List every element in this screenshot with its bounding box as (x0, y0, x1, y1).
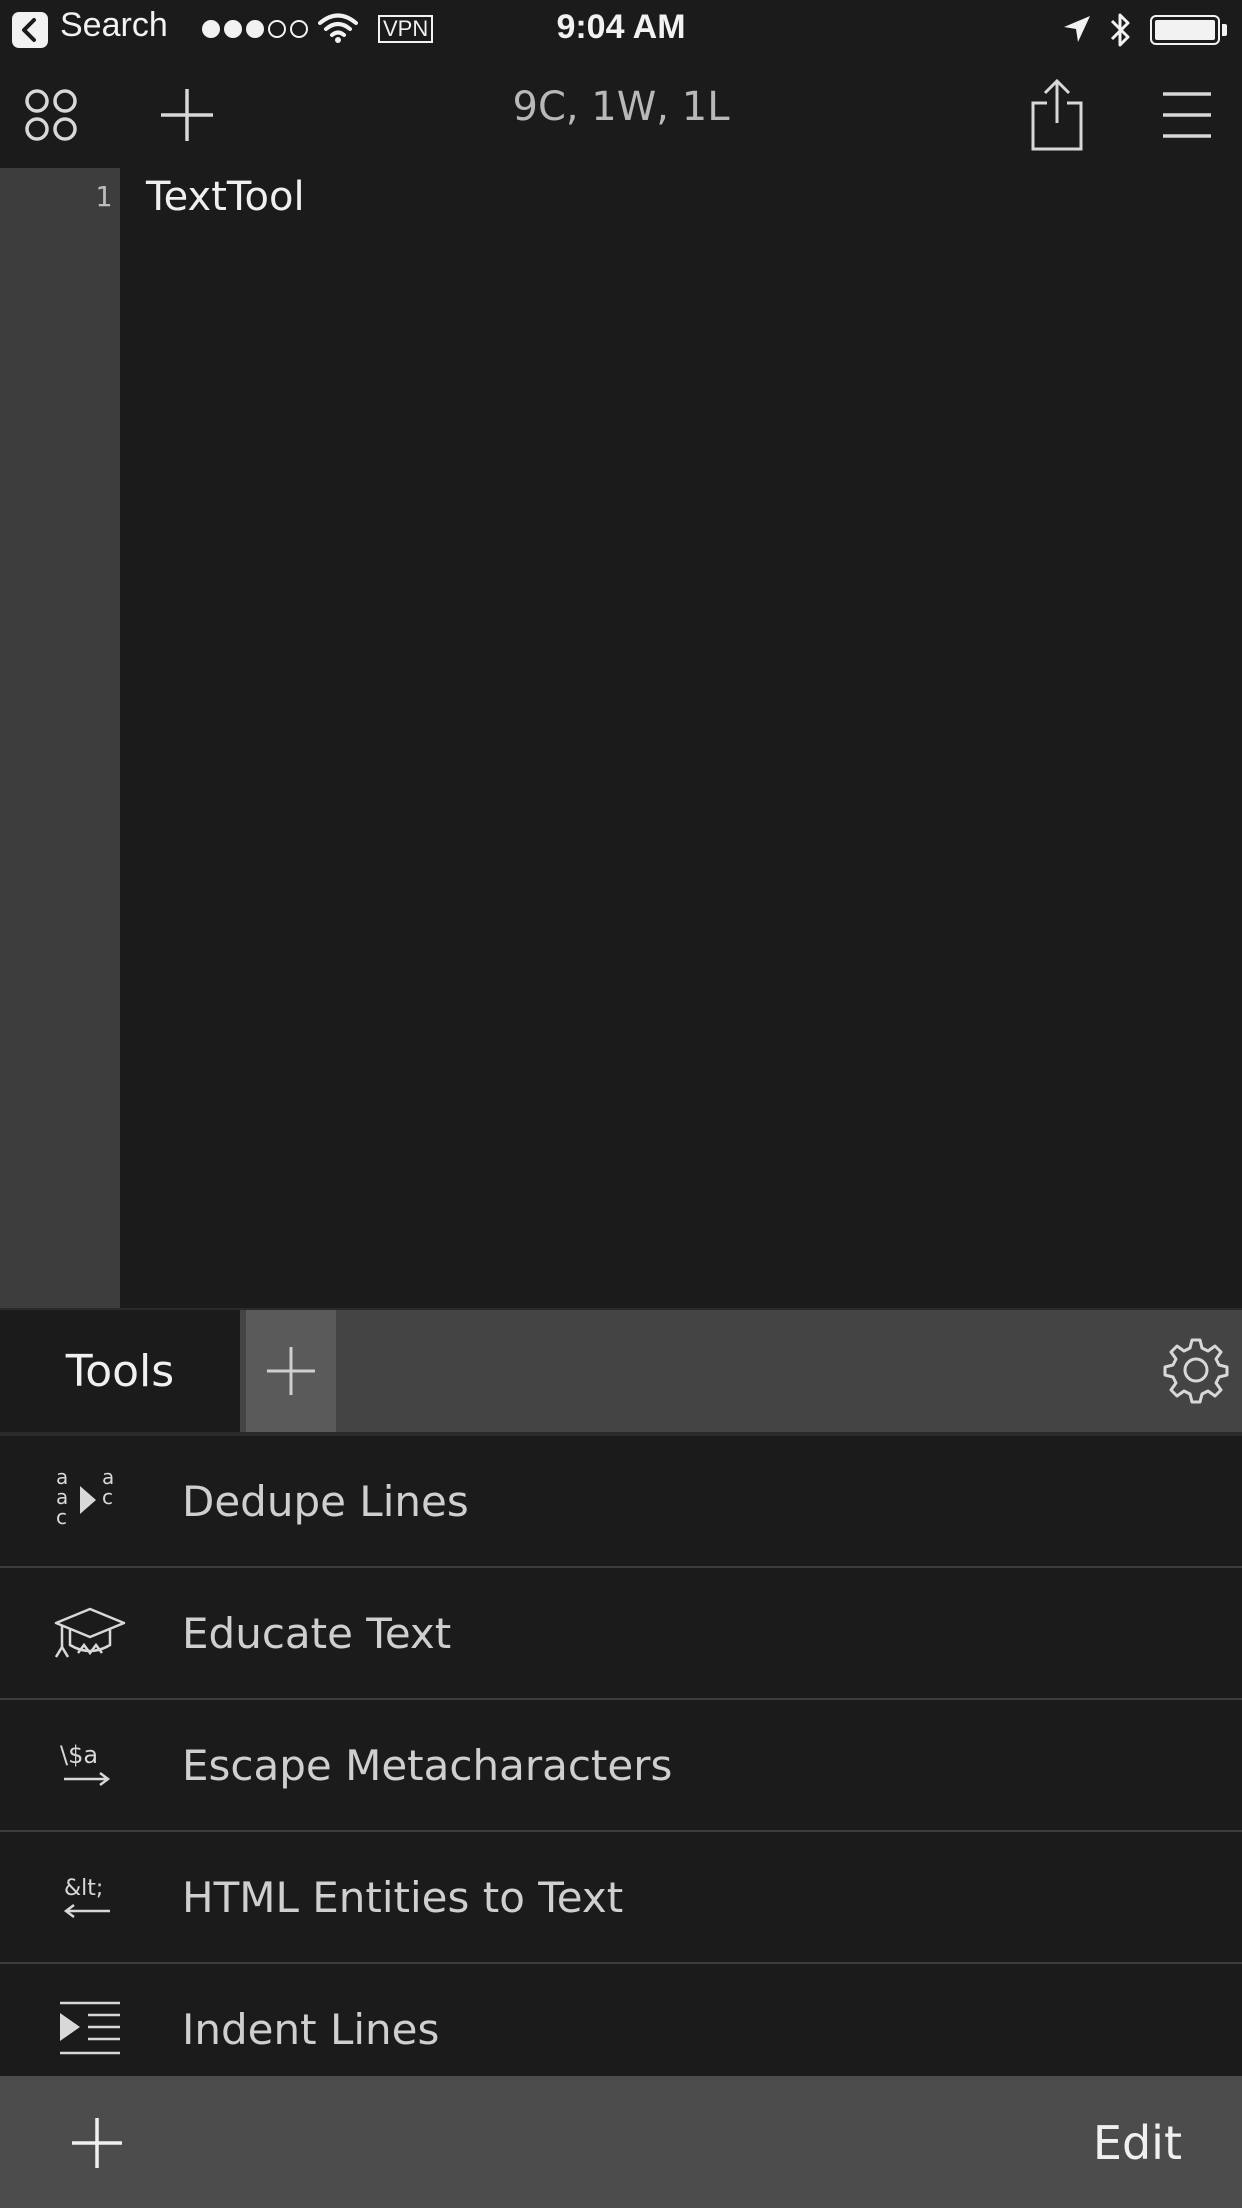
html-entities-icon: &lt; (50, 1857, 130, 1937)
gear-icon[interactable] (1156, 1330, 1236, 1410)
escape-icon: \$a (50, 1725, 130, 1805)
editor-line-text[interactable]: TextTool (146, 174, 305, 220)
indent-icon (50, 1989, 130, 2069)
svg-text:c: c (102, 1485, 113, 1509)
tool-label: Dedupe Lines (182, 1476, 469, 1526)
menu-icon[interactable] (1142, 70, 1232, 160)
tool-label: Escape Metacharacters (182, 1740, 673, 1790)
panel-tab-bar: Tools (0, 1308, 1242, 1432)
tool-html-entities-to-text[interactable]: &lt; HTML Entities to Text (0, 1832, 1242, 1964)
tool-list: aac ac Dedupe Lines Educate Text \$a Esc… (0, 1436, 1242, 2096)
svg-text:&lt;: &lt; (64, 1876, 103, 1901)
clock: 9:04 AM (556, 8, 686, 46)
add-tool-plus-icon[interactable] (52, 2098, 142, 2188)
svg-text:c: c (56, 1505, 67, 1529)
tool-dedupe-lines[interactable]: aac ac Dedupe Lines (0, 1436, 1242, 1568)
tool-label: Educate Text (182, 1608, 452, 1658)
tool-escape-metacharacters[interactable]: \$a Escape Metacharacters (0, 1700, 1242, 1832)
svg-text:\$a: \$a (60, 1741, 98, 1769)
tab-tools[interactable]: Tools (0, 1310, 240, 1432)
battery-tip (1222, 24, 1227, 36)
location-arrow-icon (1062, 14, 1092, 48)
bluetooth-icon (1108, 10, 1134, 54)
tool-educate-text[interactable]: Educate Text (0, 1568, 1242, 1700)
top-toolbar: 9C, 1W, 1L (0, 60, 1242, 168)
share-icon[interactable] (1012, 70, 1102, 160)
status-bar: Search VPN 9:04 AM (0, 0, 1242, 60)
add-tab-plus-icon[interactable] (246, 1310, 336, 1432)
graduation-cap-icon (50, 1593, 130, 1673)
tool-label: Indent Lines (182, 2004, 440, 2054)
line-number-gutter: 1 (0, 168, 120, 1308)
tool-label: HTML Entities to Text (182, 1872, 624, 1922)
battery-icon (1150, 15, 1220, 45)
bottom-bar: Edit (0, 2076, 1242, 2208)
line-number: 1 (95, 180, 112, 213)
text-editor[interactable]: 1 TextTool (0, 168, 1242, 1308)
edit-button[interactable]: Edit (1093, 2116, 1182, 2170)
dedupe-icon: aac ac (50, 1461, 130, 1541)
